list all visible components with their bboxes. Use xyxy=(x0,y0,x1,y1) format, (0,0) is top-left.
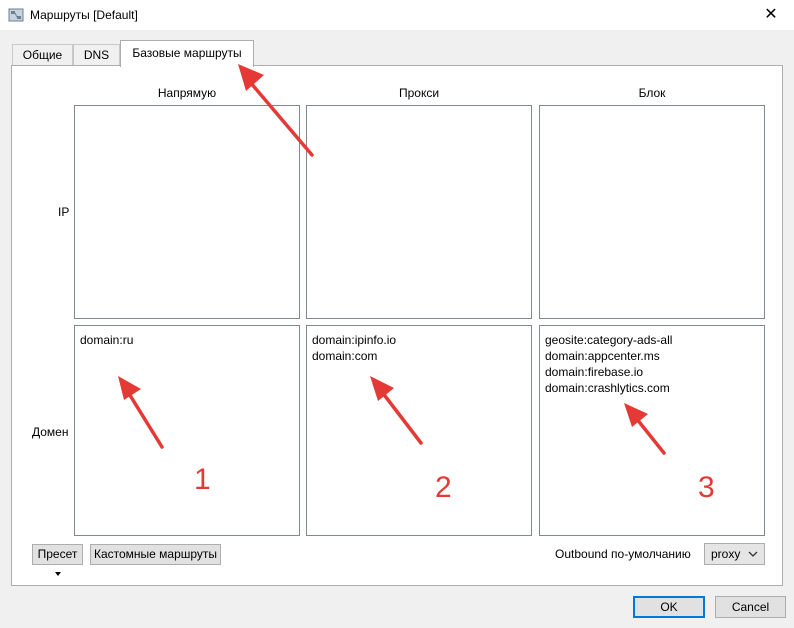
column-header-proxy: Прокси xyxy=(398,86,440,100)
preset-button[interactable]: Пресет xyxy=(32,544,83,576)
domain-direct-textarea[interactable]: domain:ru xyxy=(74,325,300,536)
close-icon[interactable]: ✕ xyxy=(748,0,794,30)
ip-block-textarea[interactable] xyxy=(539,105,765,319)
ip-direct-textarea[interactable] xyxy=(74,105,300,319)
column-header-direct: Напрямую xyxy=(157,86,217,100)
domain-entry: domain:com xyxy=(312,349,378,363)
domain-entry: domain:crashlytics.com xyxy=(545,381,670,395)
domain-entry: domain:appcenter.ms xyxy=(545,349,660,363)
domain-entry: domain:firebase.io xyxy=(545,365,644,379)
ok-button[interactable]: OK xyxy=(633,596,705,618)
tab-general[interactable]: Общие xyxy=(12,44,73,66)
outbound-default-select[interactable]: proxy xyxy=(704,543,765,565)
preset-label: Пресет xyxy=(37,547,78,561)
outbound-default-value: proxy xyxy=(711,547,741,561)
tab-base-routes[interactable]: Базовые маршруты xyxy=(120,40,254,67)
domain-block-textarea[interactable]: geosite:category-ads-all domain:appcente… xyxy=(539,325,765,536)
column-header-block: Блок xyxy=(638,86,666,100)
network-routes-icon xyxy=(8,8,24,22)
window-title: Маршруты [Default] xyxy=(30,8,138,22)
annotation-number-1: 1 xyxy=(194,463,211,496)
chevron-down-icon xyxy=(748,551,758,557)
outbound-default-label: Outbound по-умолчанию xyxy=(555,547,691,561)
chevron-down-icon xyxy=(55,571,61,576)
tab-dns[interactable]: DNS xyxy=(73,44,120,66)
domain-entry: domain:ipinfo.io xyxy=(312,333,397,347)
annotation-number-2: 2 xyxy=(435,471,452,504)
annotation-number-3: 3 xyxy=(698,471,715,504)
custom-routes-button[interactable]: Кастомные маршруты xyxy=(90,544,221,565)
row-label-ip: IP xyxy=(58,205,70,219)
domain-entry: geosite:category-ads-all xyxy=(545,333,673,347)
title-bar: Маршруты [Default] ✕ xyxy=(0,0,794,30)
row-label-domain: Домен xyxy=(32,425,69,439)
ip-proxy-textarea[interactable] xyxy=(306,105,532,319)
cancel-button[interactable]: Cancel xyxy=(715,596,786,618)
domain-proxy-textarea[interactable]: domain:ipinfo.io domain:com xyxy=(306,325,532,536)
domain-entry: domain:ru xyxy=(80,333,134,347)
